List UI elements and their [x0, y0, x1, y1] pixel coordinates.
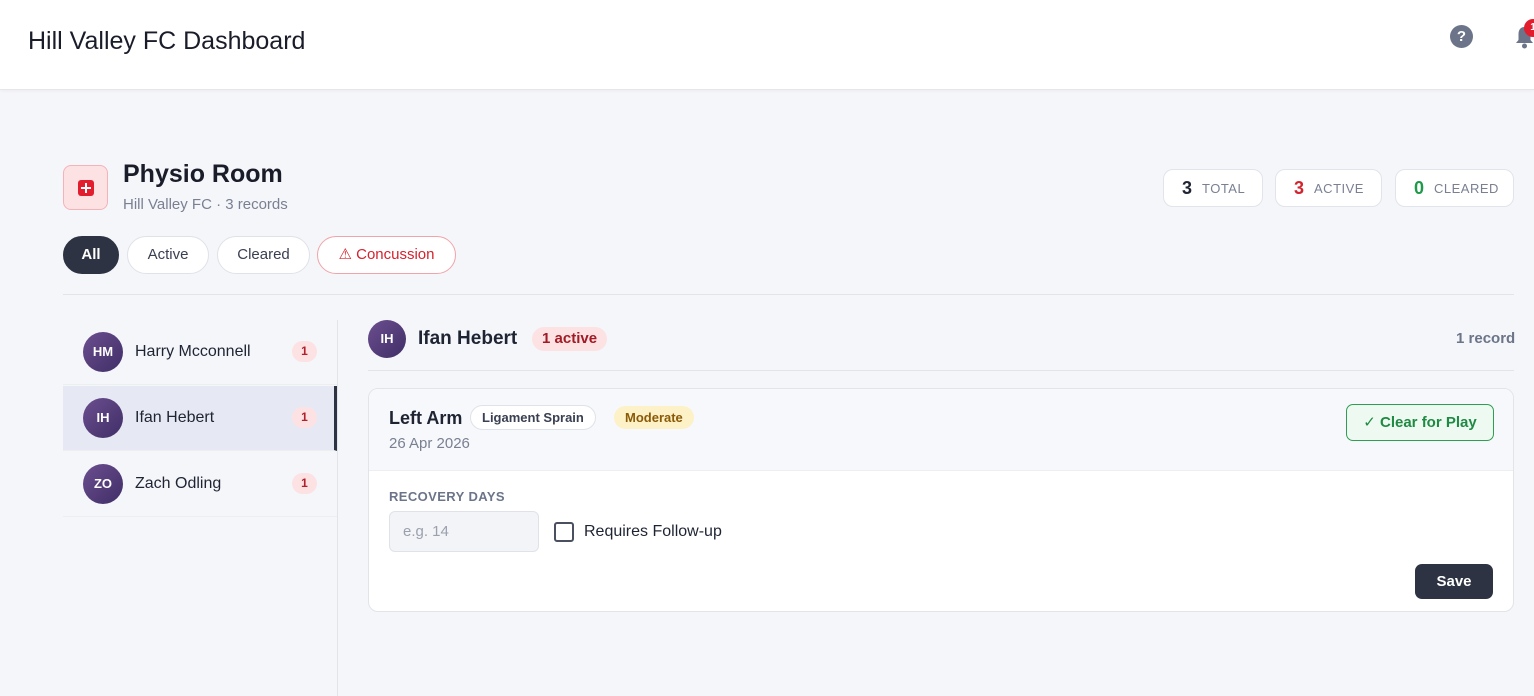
- injury-card: Left Arm Ligament Sprain Moderate 26 Apr…: [368, 388, 1514, 612]
- follow-up-checkbox[interactable]: [554, 522, 574, 542]
- stat-cleared: 0 CLEARED: [1395, 169, 1514, 207]
- player-name: Ifan Hebert: [135, 409, 215, 426]
- first-aid-icon: [63, 165, 108, 210]
- page-title: Physio Room: [123, 160, 283, 188]
- help-icon[interactable]: ?: [1450, 25, 1473, 48]
- injury-type-badge: Ligament Sprain: [470, 405, 596, 430]
- divider: [368, 370, 1514, 371]
- player-name: Zach Odling: [135, 475, 222, 492]
- stat-active: 3 ACTIVE: [1275, 169, 1382, 207]
- stat-cleared-value: 0: [1414, 177, 1425, 198]
- record-count: 1 record: [1456, 330, 1516, 347]
- injury-count-badge: 1: [292, 341, 317, 362]
- player-item-harry-mcconnell[interactable]: HM Harry Mcconnell 1: [63, 320, 337, 385]
- filter-active[interactable]: Active: [127, 236, 209, 274]
- avatar: HM: [83, 332, 123, 372]
- filter-concussion[interactable]: ⚠ Concussion: [317, 236, 456, 274]
- stat-total-label: TOTAL: [1202, 180, 1246, 196]
- filter-all[interactable]: All: [63, 236, 119, 274]
- player-name: Harry Mcconnell: [135, 343, 251, 360]
- clear-for-play-button[interactable]: ✓ Clear for Play: [1346, 404, 1494, 441]
- page-subtitle: Hill Valley FC · 3 records: [123, 196, 288, 213]
- injury-body-part: Left Arm: [389, 408, 463, 428]
- top-bar: Hill Valley FC Dashboard ? 1: [0, 0, 1534, 90]
- stat-cleared-label: CLEARED: [1434, 180, 1499, 196]
- injury-card-header: Left Arm Ligament Sprain Moderate 26 Apr…: [369, 389, 1513, 471]
- injury-date: 26 Apr 2026: [389, 435, 470, 452]
- status-badge: 1 active: [532, 327, 608, 351]
- avatar: IH: [83, 398, 123, 438]
- recovery-days-input[interactable]: [389, 511, 539, 552]
- follow-up-label: Requires Follow-up: [584, 523, 722, 540]
- injury-count-badge: 1: [292, 407, 317, 428]
- save-button[interactable]: Save: [1415, 564, 1493, 599]
- divider: [337, 320, 338, 696]
- divider: [63, 294, 1514, 295]
- player-item-ifan-hebert[interactable]: IH Ifan Hebert 1: [63, 386, 337, 451]
- avatar: ZO: [83, 464, 123, 504]
- selected-player-name: Ifan Hebert: [418, 328, 518, 349]
- stat-active-value: 3: [1294, 177, 1305, 198]
- avatar: IH: [368, 320, 406, 358]
- app-title: Hill Valley FC Dashboard: [28, 27, 306, 55]
- recovery-days-label: RECOVERY DAYS: [389, 489, 505, 504]
- stat-total: 3 TOTAL: [1163, 169, 1263, 207]
- injury-count-badge: 1: [292, 473, 317, 494]
- stat-active-label: ACTIVE: [1314, 180, 1364, 196]
- stat-total-value: 3: [1182, 177, 1193, 198]
- severity-badge: Moderate: [614, 406, 694, 429]
- filter-cleared[interactable]: Cleared: [217, 236, 310, 274]
- player-item-zach-odling[interactable]: ZO Zach Odling 1: [63, 452, 337, 517]
